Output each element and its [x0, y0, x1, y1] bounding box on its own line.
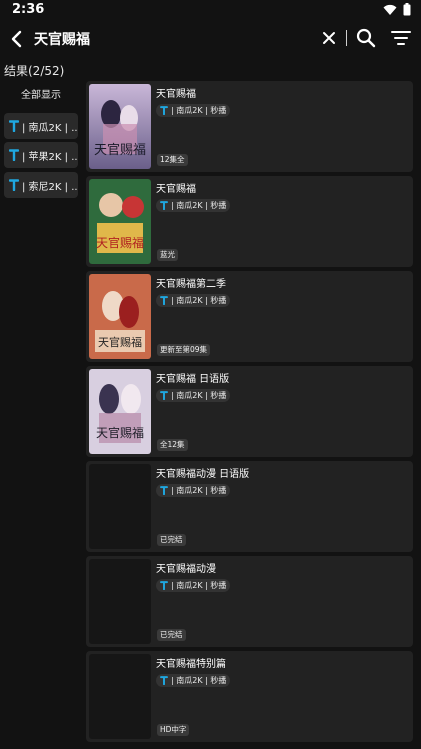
filter-icon [391, 31, 411, 45]
status-bar: 2:36 [0, 0, 421, 20]
t-logo-icon [160, 676, 168, 685]
svg-text:天官赐福: 天官赐福 [96, 425, 144, 440]
clear-button[interactable] [318, 27, 340, 49]
source-tag: | 南瓜2K | 秒播 [156, 199, 231, 212]
poster-placeholder [89, 464, 151, 549]
top-bar: 天官赐福 [0, 20, 421, 58]
wifi-icon [383, 4, 397, 15]
source-item-label: | 南瓜2K | .. [22, 122, 78, 134]
search-input[interactable]: 天官赐福 [34, 29, 90, 49]
card-title: 天官赐福 [156, 184, 196, 195]
result-card[interactable]: 天官赐福 天官赐福 | 南瓜2K | 秒播 蓝光 [86, 176, 413, 267]
status-time: 2:36 [12, 2, 45, 17]
t-logo-icon [9, 120, 19, 132]
poster-placeholder [89, 654, 151, 739]
source-tag-label: | 南瓜2K | 秒播 [171, 201, 227, 210]
results-count: 结果(2/52) [4, 64, 65, 78]
source-item-pingguo[interactable]: | 苹果2K | .. [4, 142, 78, 168]
source-tag-label: | 南瓜2K | 秒播 [171, 676, 227, 685]
svg-text:天官赐福: 天官赐福 [98, 335, 142, 349]
episode-badge: HD中字 [157, 724, 190, 736]
source-tag: | 南瓜2K | 秒播 [156, 294, 231, 307]
poster-image: 天官赐福 [89, 274, 151, 359]
t-logo-icon [160, 486, 168, 495]
episode-badge: 全12集 [157, 439, 188, 451]
t-logo-icon [160, 106, 168, 115]
source-tag: | 南瓜2K | 秒播 [156, 674, 231, 687]
poster-placeholder [89, 559, 151, 644]
poster-image: 天官赐福 [89, 369, 151, 454]
svg-text:天官赐福: 天官赐福 [96, 235, 144, 250]
source-tag: | 南瓜2K | 秒播 [156, 104, 231, 117]
card-title: 天官赐福特别篇 [156, 659, 226, 670]
source-tag-label: | 南瓜2K | 秒播 [171, 391, 227, 400]
poster-image: 天官赐福 [89, 179, 151, 264]
t-logo-icon [160, 581, 168, 590]
episode-badge: 已完结 [157, 534, 186, 546]
result-card[interactable]: 天官赐福 天官赐福 日语版 | 南瓜2K | 秒播 全12集 [86, 366, 413, 457]
back-button[interactable] [4, 26, 30, 52]
back-arrow-icon [11, 30, 22, 48]
source-item-suoni[interactable]: | 索尼2K | .. [4, 172, 78, 198]
source-tag: | 南瓜2K | 秒播 [156, 484, 231, 497]
source-tag: | 南瓜2K | 秒播 [156, 389, 231, 402]
battery-icon [403, 3, 411, 16]
t-logo-icon [9, 179, 19, 191]
episode-badge: 蓝光 [157, 249, 178, 261]
t-logo-icon [9, 149, 19, 161]
episode-badge: 更新至第09集 [157, 344, 211, 356]
result-card[interactable]: 天官赐福 天官赐福 | 南瓜2K | 秒播 12集全 [86, 81, 413, 172]
source-tag: | 南瓜2K | 秒播 [156, 579, 231, 592]
search-icon [356, 28, 376, 48]
source-tag-label: | 南瓜2K | 秒播 [171, 106, 227, 115]
card-title: 天官赐福动漫 日语版 [156, 469, 250, 480]
episode-badge: 12集全 [157, 154, 188, 166]
svg-text:天官赐福: 天官赐福 [94, 142, 146, 158]
t-logo-icon [160, 201, 168, 210]
toolbar-divider [346, 30, 347, 46]
poster-image: 天官赐福 [89, 84, 151, 169]
t-logo-icon [160, 391, 168, 400]
t-logo-icon [160, 296, 168, 305]
source-tag-label: | 南瓜2K | 秒播 [171, 581, 227, 590]
source-item-label: | 苹果2K | .. [22, 151, 78, 163]
status-icons [383, 3, 411, 16]
result-card[interactable]: 天官赐福特别篇 | 南瓜2K | 秒播 HD中字 [86, 651, 413, 742]
episode-badge: 已完结 [157, 629, 186, 641]
show-all-button[interactable]: 全部显示 [0, 86, 82, 101]
card-title: 天官赐福 日语版 [156, 374, 230, 385]
card-title: 天官赐福第二季 [156, 279, 226, 290]
close-icon [323, 32, 335, 44]
result-card[interactable]: 天官赐福动漫 日语版 | 南瓜2K | 秒播 已完结 [86, 461, 413, 552]
filter-button[interactable] [389, 26, 413, 50]
card-title: 天官赐福动漫 [156, 564, 216, 575]
result-card[interactable]: 天官赐福 天官赐福第二季 | 南瓜2K | 秒播 更新至第09集 [86, 271, 413, 362]
source-item-label: | 索尼2K | .. [22, 181, 78, 193]
source-tag-label: | 南瓜2K | 秒播 [171, 296, 227, 305]
source-item-nangua[interactable]: | 南瓜2K | .. [4, 113, 78, 139]
source-tag-label: | 南瓜2K | 秒播 [171, 486, 227, 495]
search-button[interactable] [354, 26, 378, 50]
result-card[interactable]: 天官赐福动漫 | 南瓜2K | 秒播 已完结 [86, 556, 413, 647]
card-title: 天官赐福 [156, 89, 196, 100]
